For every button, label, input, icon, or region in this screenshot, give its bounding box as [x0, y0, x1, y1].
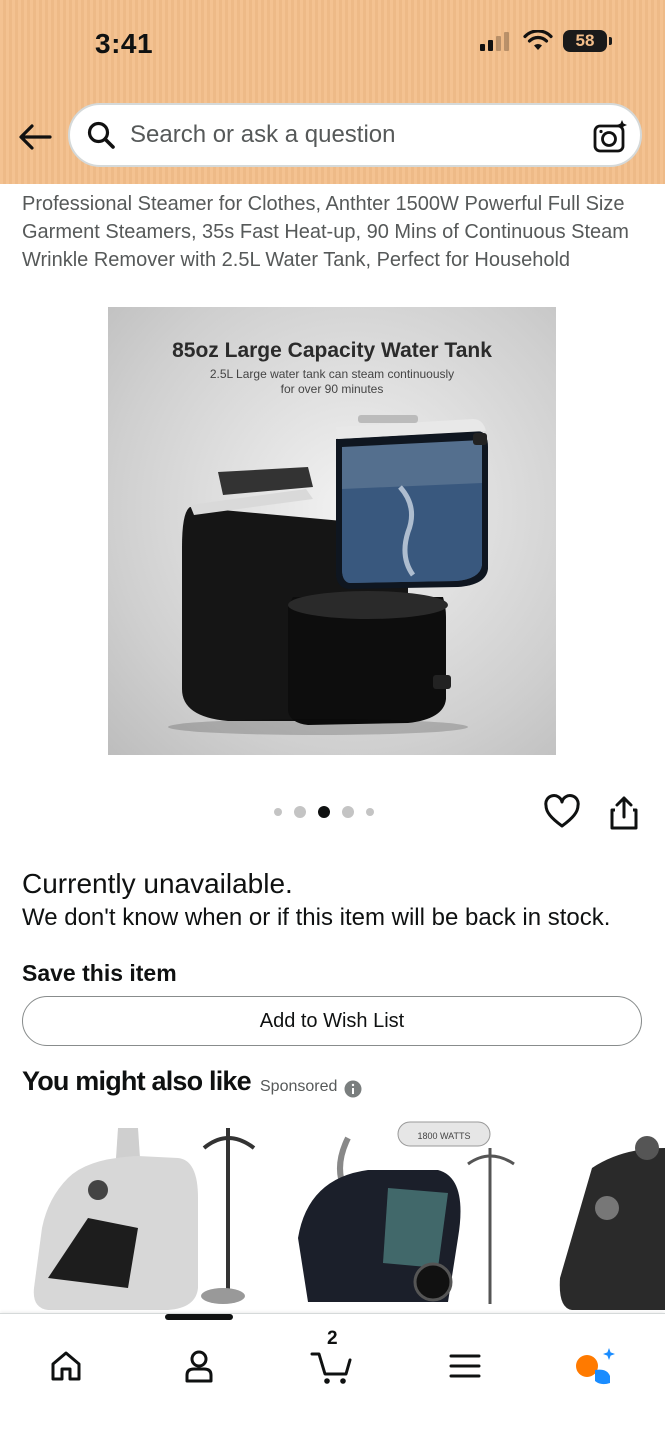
heart-icon[interactable] — [543, 794, 581, 830]
steamer-base-illustration — [168, 415, 488, 735]
recommended-product[interactable] — [552, 1118, 665, 1314]
rufus-icon — [576, 1348, 615, 1385]
account-icon — [185, 1350, 213, 1383]
nav-account[interactable] — [177, 1344, 221, 1388]
availability-message: We don't know when or if this item will … — [22, 904, 611, 931]
cellular-signal-icon — [480, 32, 509, 51]
share-icon[interactable] — [607, 795, 641, 831]
search-input[interactable] — [128, 120, 572, 150]
pagination-dot[interactable] — [366, 808, 374, 816]
image-pagination-dots[interactable] — [274, 806, 374, 818]
pagination-dot[interactable] — [274, 808, 282, 816]
availability-status: Currently unavailable. — [22, 868, 293, 899]
recommendations-heading: You might also like — [22, 1066, 252, 1096]
save-item-heading: Save this item — [22, 960, 177, 986]
app-header: 3:41 58 — [0, 0, 665, 184]
nav-rufus[interactable] — [573, 1344, 617, 1388]
battery-indicator: 58 — [563, 30, 612, 52]
cart-count: 2 — [327, 1328, 338, 1349]
search-icon — [87, 121, 115, 149]
pagination-dot-active[interactable] — [318, 806, 330, 818]
nav-active-indicator — [165, 1314, 233, 1320]
product-image[interactable]: 85oz Large Capacity Water Tank 2.5L Larg… — [108, 307, 556, 755]
status-icons: 58 — [479, 30, 612, 52]
garment-steamer-silver-image — [33, 1128, 256, 1310]
camera-search-icon[interactable] — [592, 119, 628, 155]
garment-steamer-partial-image — [559, 1136, 665, 1310]
menu-icon — [449, 1354, 481, 1378]
status-time: 3:41 — [95, 28, 154, 59]
home-icon — [51, 1351, 81, 1381]
nav-cart[interactable] — [310, 1344, 354, 1388]
product-title: Professional Steamer for Clothes, Anthte… — [22, 193, 629, 271]
wifi-icon — [523, 30, 553, 50]
info-icon[interactable] — [344, 1080, 362, 1098]
add-to-wishlist-button[interactable]: Add to Wish List — [22, 996, 642, 1046]
recommended-product-label: 1800 WATTS — [417, 1131, 470, 1141]
pagination-dot[interactable] — [294, 806, 306, 818]
cart-icon — [310, 1352, 352, 1384]
garment-steamer-black-image: 1800 WATTS — [298, 1121, 515, 1304]
back-arrow-icon[interactable] — [16, 118, 54, 156]
recommended-product[interactable] — [28, 1118, 264, 1314]
pagination-dot[interactable] — [342, 806, 354, 818]
recommended-product[interactable]: 1800 WATTS — [288, 1118, 524, 1314]
nav-menu[interactable] — [443, 1344, 487, 1388]
search-bar[interactable] — [68, 103, 642, 167]
nav-home[interactable] — [44, 1344, 88, 1388]
sponsored-label: Sponsored — [260, 1078, 338, 1095]
